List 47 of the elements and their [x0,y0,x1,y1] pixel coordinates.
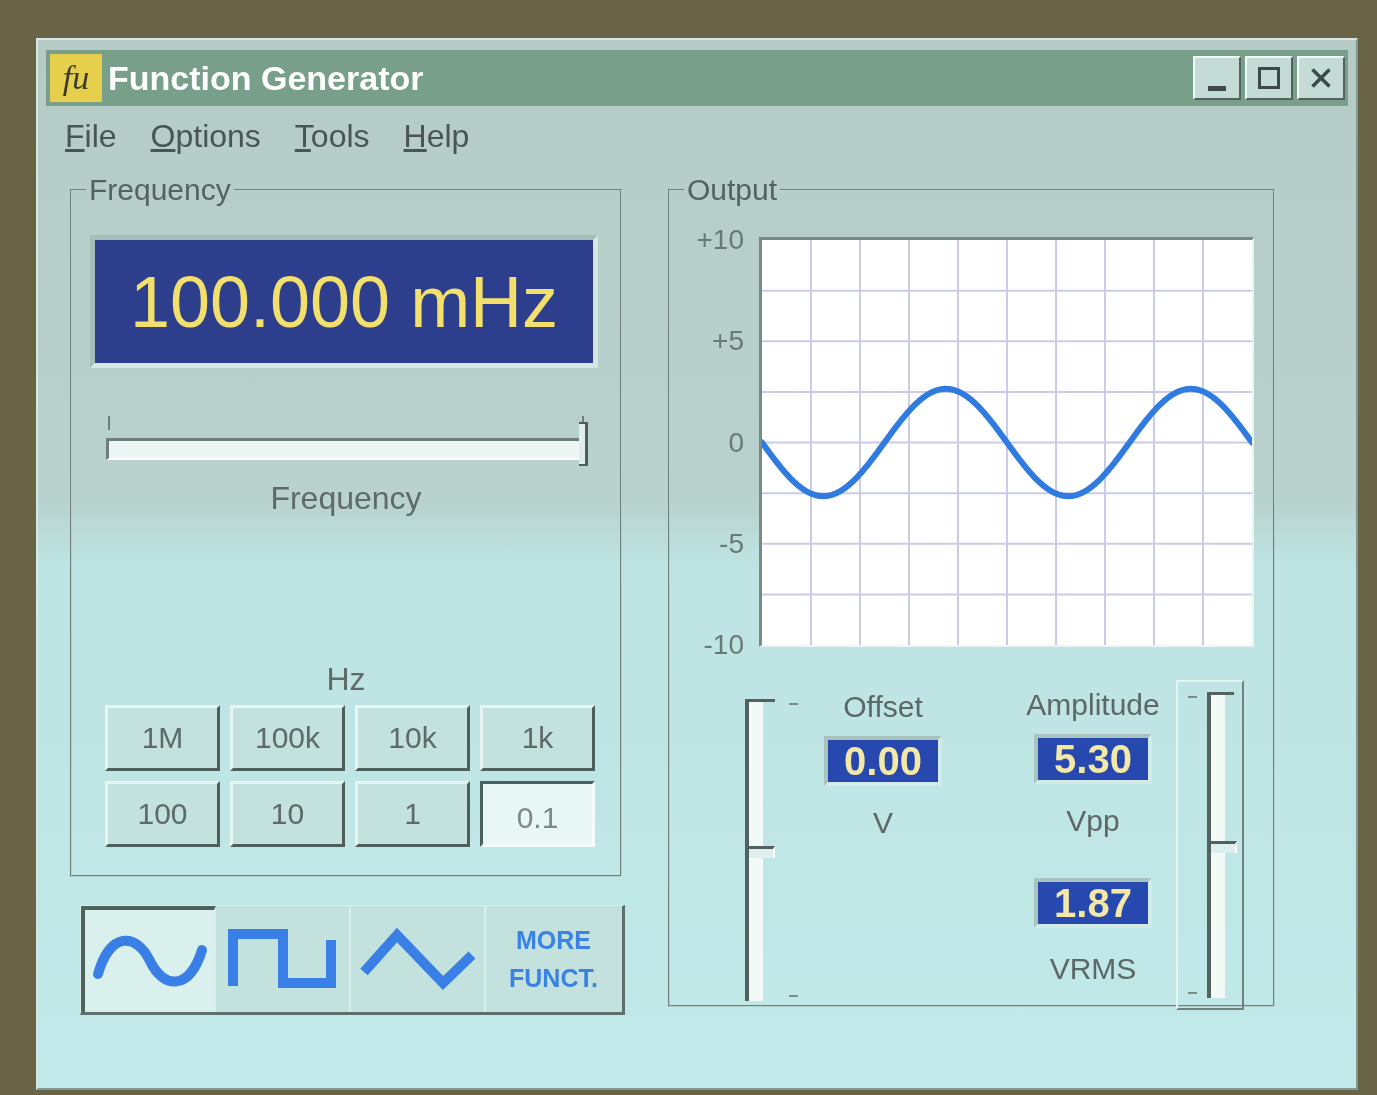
unit-label: V [873,805,893,841]
amplitude-slider[interactable] [1207,692,1234,998]
range-button[interactable]: 1 [355,781,470,847]
offset-slider[interactable] [745,699,775,1001]
range-button[interactable]: 10k [355,705,470,771]
tick-mark [789,995,798,997]
tick-mark [1188,992,1197,994]
menu-item[interactable]: Options [150,117,261,155]
slider-label: Frequency [270,480,422,516]
range-button[interactable]: 0.1 [480,781,595,847]
waveform-button[interactable] [81,906,216,1012]
range-button[interactable]: 1k [480,705,595,771]
group-label: Frequency [88,172,232,208]
menu-item[interactable]: Help [403,117,470,155]
triangle-wave-icon [358,926,477,992]
maximize-icon [1258,67,1280,89]
readout-label: Amplitude [1026,687,1160,723]
axis-tick-label: 0 [728,425,744,460]
range-button[interactable]: 1M [105,705,220,771]
rms-readout: 1.87 [1034,878,1152,928]
menu-item[interactable]: File [65,117,117,155]
frequency-readout: 100.000 mHz [90,235,598,368]
unit-label: Hz [326,661,366,697]
amplitude-readout: 5.30 [1034,734,1152,784]
window-title: Function Generator [108,58,424,98]
tick-mark [789,703,798,705]
minimize-button[interactable] [1193,56,1241,100]
close-button[interactable] [1297,56,1345,100]
axis-tick-label: -10 [703,628,744,662]
unit-label: Vpp [1066,803,1120,839]
axis-tick-label: +10 [696,223,744,257]
maximize-button[interactable] [1245,56,1293,100]
minimize-icon [1208,86,1226,91]
close-icon [1311,68,1331,88]
menu-item[interactable]: Tools [294,117,370,155]
unit-label: VRMS [1049,951,1137,987]
range-button[interactable]: 100k [230,705,345,771]
group-label: Output [686,172,779,208]
tick-mark [1188,696,1197,698]
offset-readout: 0.00 [824,736,942,786]
slider-thumb[interactable] [579,422,588,466]
axis-tick-label: +5 [712,324,744,359]
app-logo: fu [50,54,102,102]
range-button[interactable]: 100 [105,781,220,847]
range-button[interactable]: 10 [230,781,345,847]
readout-label: Offset [843,689,923,725]
axis-tick-label: -5 [719,526,744,561]
